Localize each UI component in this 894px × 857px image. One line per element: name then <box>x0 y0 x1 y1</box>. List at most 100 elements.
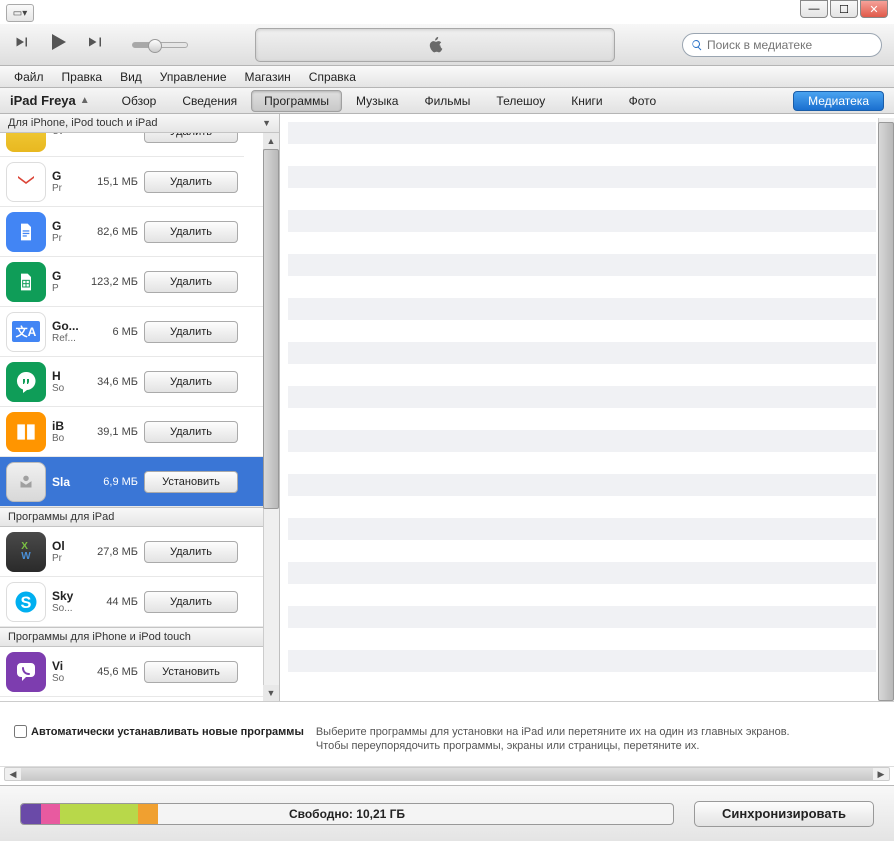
app-name: G <box>52 269 80 283</box>
tab-books[interactable]: Книги <box>559 91 614 111</box>
hscroll-right-button[interactable]: ▶ <box>873 768 889 780</box>
app-row[interactable]: S Sky So... 44 МБ Удалить <box>0 577 263 627</box>
apps-category-dropdown[interactable]: Для iPhone, iPod touch и iPad▼ <box>0 114 279 133</box>
app-action-button[interactable]: Удалить <box>144 321 238 343</box>
app-info: Go... Ref... <box>52 319 80 344</box>
app-category: Bo <box>52 433 80 444</box>
app-row[interactable]: G Pr 15,1 МБ Удалить <box>0 157 263 207</box>
tab-tv[interactable]: Телешоу <box>484 91 557 111</box>
tab-photos[interactable]: Фото <box>617 91 669 111</box>
app-icon <box>6 133 46 152</box>
tab-overview[interactable]: Обзор <box>110 91 169 111</box>
apps-sidebar: Для iPhone, iPod touch и iPad▼ Ut Удалит… <box>0 114 280 701</box>
app-icon <box>6 412 46 452</box>
app-name: Sla <box>52 475 80 489</box>
app-info: G P <box>52 269 80 294</box>
app-action-button[interactable]: Установить <box>144 661 238 683</box>
app-row[interactable]: G Pr 82,6 МБ Удалить <box>0 207 263 257</box>
app-row[interactable]: H So 34,6 МБ Удалить <box>0 357 263 407</box>
app-name: Vi <box>52 659 80 673</box>
device-name[interactable]: iPad Freya ▲ <box>10 93 90 108</box>
playback-controls <box>12 30 188 59</box>
app-name: G <box>52 219 80 233</box>
lcd-display <box>255 28 615 62</box>
app-name: iB <box>52 419 80 433</box>
preview-scrollbar-track[interactable] <box>878 118 894 697</box>
app-size: 15,1 МБ <box>80 176 138 188</box>
tab-info[interactable]: Сведения <box>170 91 249 111</box>
capacity-segment <box>138 804 158 824</box>
apple-logo-icon <box>425 35 445 55</box>
sidebar-scrollbar-track[interactable]: ▲ ▼ <box>263 133 279 701</box>
app-action-button[interactable]: Удалить <box>144 591 238 613</box>
app-icon: XW <box>6 532 46 572</box>
app-size: 45,6 МБ <box>80 666 138 678</box>
menu-store[interactable]: Магазин <box>237 68 299 86</box>
app-size: 82,6 МБ <box>80 226 138 238</box>
close-button[interactable]: ✕ <box>860 0 888 18</box>
app-action-button[interactable]: Удалить <box>144 133 238 143</box>
capacity-bar[interactable]: Свободно: 10,21 ГБ <box>20 803 674 825</box>
volume-slider[interactable] <box>132 42 188 48</box>
sidebar-scrollbar-thumb[interactable] <box>263 149 279 509</box>
maximize-button[interactable]: ☐ <box>830 0 858 18</box>
app-size: 34,6 МБ <box>80 376 138 388</box>
menu-edit[interactable]: Правка <box>54 68 111 86</box>
app-action-button[interactable]: Удалить <box>144 371 238 393</box>
previous-button[interactable] <box>12 33 30 56</box>
app-info: Vi So <box>52 659 80 684</box>
app-category: So... <box>52 603 80 614</box>
app-category: Pr <box>52 233 80 244</box>
app-action-button[interactable]: Установить <box>144 471 238 493</box>
minimize-button[interactable]: — <box>800 0 828 18</box>
app-category: Ut <box>52 133 80 137</box>
menu-help[interactable]: Справка <box>301 68 364 86</box>
tab-apps[interactable]: Программы <box>251 90 342 112</box>
menu-bar: Файл Правка Вид Управление Магазин Справ… <box>0 66 894 88</box>
app-name: G <box>52 169 80 183</box>
app-info: Ut <box>52 133 80 137</box>
auto-install-checkbox-label[interactable]: Автоматически устанавливать новые програ… <box>14 725 304 738</box>
app-action-button[interactable]: Удалить <box>144 171 238 193</box>
app-category: So <box>52 673 80 684</box>
app-category: Pr <box>52 183 80 194</box>
app-category: P <box>52 283 80 294</box>
menu-file[interactable]: Файл <box>6 68 52 86</box>
app-row[interactable]: iB Bo 39,1 МБ Удалить <box>0 407 263 457</box>
app-row[interactable]: 文A Go... Ref... 6 МБ Удалить <box>0 307 263 357</box>
homescreen-preview <box>280 114 894 701</box>
app-action-button[interactable]: Удалить <box>144 221 238 243</box>
app-info: G Pr <box>52 169 80 194</box>
app-row[interactable]: XW Ol Pr 27,8 МБ Удалить <box>0 527 263 577</box>
app-row[interactable]: Ut Удалить <box>0 133 244 157</box>
hscroll-left-button[interactable]: ◀ <box>5 768 21 780</box>
app-action-button[interactable]: Удалить <box>144 541 238 563</box>
capacity-segment <box>21 804 41 824</box>
app-row[interactable]: G P 123,2 МБ Удалить <box>0 257 263 307</box>
app-row[interactable]: Sla 6,9 МБ Установить <box>0 457 263 507</box>
search-input[interactable] <box>707 38 873 52</box>
next-button[interactable] <box>86 33 104 56</box>
app-row[interactable]: Vi So 45,6 МБ Установить <box>0 647 263 697</box>
scroll-down-button[interactable]: ▼ <box>263 685 279 701</box>
search-field[interactable] <box>682 33 882 57</box>
app-size: 39,1 МБ <box>80 426 138 438</box>
app-action-button[interactable]: Удалить <box>144 271 238 293</box>
auto-install-checkbox[interactable] <box>14 725 27 738</box>
menu-view[interactable]: Вид <box>112 68 150 86</box>
tab-music[interactable]: Музыка <box>344 91 410 111</box>
menu-controls[interactable]: Управление <box>152 68 235 86</box>
horizontal-scrollbar[interactable]: ◀ ▶ <box>4 767 890 781</box>
app-action-button[interactable]: Удалить <box>144 421 238 443</box>
hscroll-thumb[interactable] <box>21 768 873 780</box>
app-size: 27,8 МБ <box>80 546 138 558</box>
preview-scrollbar-thumb[interactable] <box>878 122 894 701</box>
app-icon <box>6 262 46 302</box>
eject-icon[interactable]: ▲ <box>80 95 90 106</box>
scroll-up-button[interactable]: ▲ <box>263 133 279 149</box>
play-button[interactable] <box>46 30 70 59</box>
sync-button[interactable]: Синхронизировать <box>694 801 874 827</box>
tab-movies[interactable]: Фильмы <box>412 91 482 111</box>
library-button[interactable]: Медиатека <box>793 91 884 111</box>
app-category: So <box>52 383 80 394</box>
